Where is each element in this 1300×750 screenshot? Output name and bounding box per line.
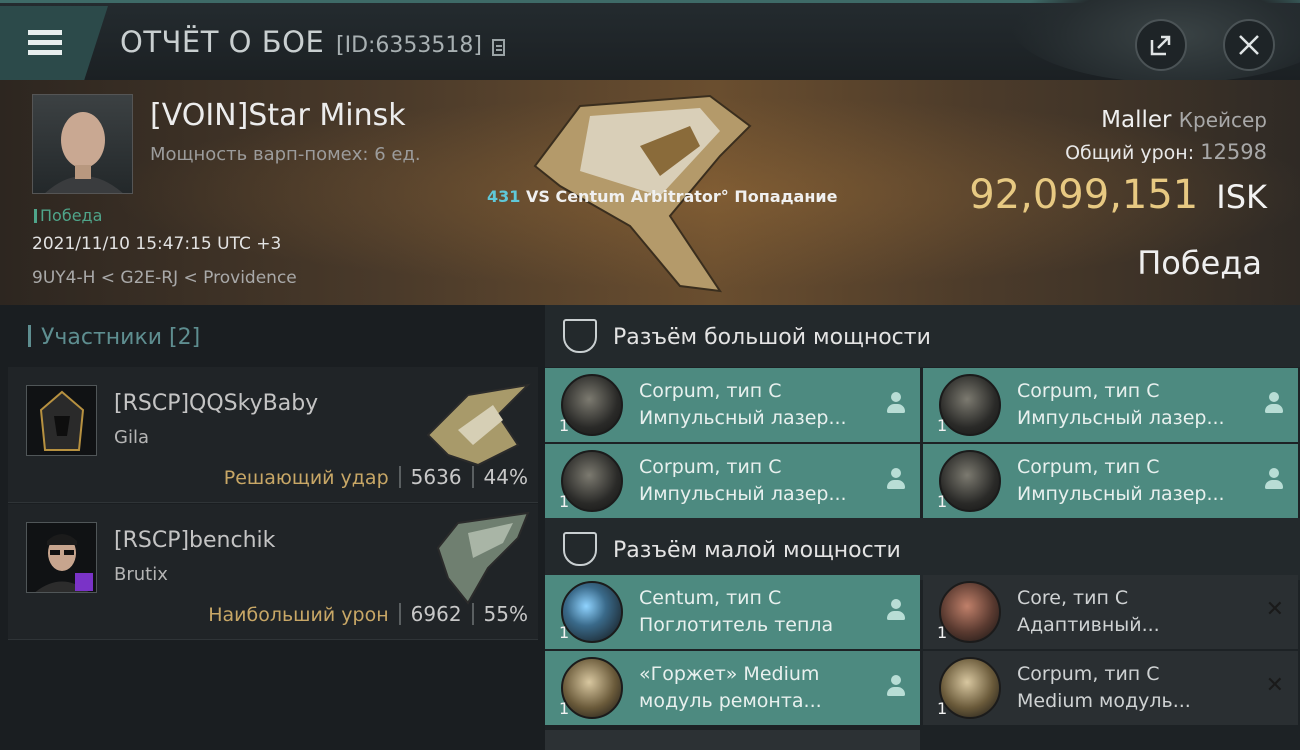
laser-module-icon xyxy=(939,374,1001,436)
warp-disruption: Мощность варп-помех: 6 ед. xyxy=(150,144,421,165)
share-button[interactable] xyxy=(1135,19,1187,71)
copy-icon[interactable] xyxy=(492,39,505,56)
participant-name[interactable]: [RSCP]QQSkyBaby xyxy=(114,391,318,416)
destroyed-x-icon: ✕ xyxy=(1265,673,1284,698)
kill-location: 9UY4-H < G2E-RJ < Providence xyxy=(32,268,297,288)
module-slot[interactable]: 1 Corpum, тип C Medium модуль... ✕ xyxy=(923,651,1298,725)
final-hit-line: 431 VS Centum Arbitrator° Попадание xyxy=(487,187,838,206)
participants-heading: Участники [2] xyxy=(28,325,200,350)
module-slot-partial[interactable] xyxy=(545,730,920,750)
module-slot[interactable]: 1 Corpum, тип C Импульсный лазер... xyxy=(545,368,920,442)
module-slot[interactable]: 1 Corpum, тип C Импульсный лазер... xyxy=(923,368,1298,442)
participant-ship-image xyxy=(426,383,531,467)
total-damage: Общий урон: 12598 xyxy=(1065,140,1267,164)
participant-avatar[interactable] xyxy=(26,385,97,456)
result-label: Победа xyxy=(1137,244,1262,282)
heat-sink-icon xyxy=(561,581,623,643)
adaptive-module-icon xyxy=(939,581,1001,643)
low-slot-icon xyxy=(563,532,597,566)
repair-module-icon xyxy=(939,657,1001,719)
report-id: [ID:6353518] xyxy=(336,33,482,58)
high-slot-icon xyxy=(563,319,597,353)
person-icon xyxy=(886,599,906,623)
laser-module-icon xyxy=(939,450,1001,512)
page-title: ОТЧЁТ О БОЕ xyxy=(120,25,325,59)
participant-ship: Brutix xyxy=(114,564,168,585)
kill-datetime: 2021/11/10 15:47:15 UTC +3 xyxy=(32,234,282,254)
module-slot[interactable]: 1 «Горжет» Medium модуль ремонта... xyxy=(545,651,920,725)
low-slot-header: Разъём малой мощности xyxy=(545,518,1300,580)
header-bar: ОТЧЁТ О БОЕ [ID:6353518] xyxy=(0,0,1300,83)
menu-icon xyxy=(28,30,62,35)
high-slot-header: Разъём большой мощности xyxy=(545,305,1300,367)
person-icon xyxy=(886,675,906,699)
participant-row[interactable]: [RSCP]benchik Brutix Наибольший урон 6962… xyxy=(8,504,538,640)
fitting-panel: Разъём большой мощности 1 Corpum, тип C … xyxy=(545,305,1300,750)
participant-ship: Gila xyxy=(114,427,149,448)
participant-stats: Наибольший урон 6962 55% xyxy=(208,602,528,626)
participant-avatar[interactable] xyxy=(26,522,97,593)
menu-button[interactable] xyxy=(0,6,108,80)
module-slot[interactable]: 1 Corpum, тип C Импульсный лазер... xyxy=(545,444,920,518)
module-slot[interactable]: 1 Centum, тип C Поглотитель тепла xyxy=(545,575,920,649)
victim-avatar[interactable] xyxy=(32,94,133,194)
pilot-portrait xyxy=(45,112,123,193)
laser-module-icon xyxy=(561,450,623,512)
ship-type: Maller Крейсер xyxy=(1101,107,1267,133)
laser-module-icon xyxy=(561,374,623,436)
share-icon xyxy=(1150,35,1171,56)
participant-stats: Решающий удар 5636 44% xyxy=(223,465,528,489)
module-slot[interactable]: 1 Corpum, тип C Импульсный лазер... xyxy=(923,444,1298,518)
victim-name[interactable]: [VOIN]Star Minsk xyxy=(150,98,406,133)
victim-banner: [VOIN]Star Minsk Мощность варп-помех: 6 … xyxy=(0,80,1300,305)
close-button[interactable] xyxy=(1223,19,1275,71)
person-icon xyxy=(886,468,906,492)
close-icon xyxy=(1239,35,1259,55)
destroyed-x-icon: ✕ xyxy=(1265,597,1284,622)
module-slot[interactable]: 1 Core, тип C Адаптивный... ✕ xyxy=(923,575,1298,649)
participant-row[interactable]: [RSCP]QQSkyBaby Gila Решающий удар 5636 44… xyxy=(8,367,538,503)
participant-name[interactable]: [RSCP]benchik xyxy=(114,528,275,553)
person-icon xyxy=(886,392,906,416)
repair-module-icon xyxy=(561,657,623,719)
participants-panel: Участники [2] [RSCP]QQSkyBaby Gila Решаю… xyxy=(0,305,545,750)
participant-ship-image xyxy=(436,511,530,605)
person-icon xyxy=(1264,392,1284,416)
person-icon xyxy=(1264,468,1284,492)
isk-value: 92,099,151 ISK xyxy=(969,172,1267,218)
result-tag: Победа xyxy=(34,206,102,225)
